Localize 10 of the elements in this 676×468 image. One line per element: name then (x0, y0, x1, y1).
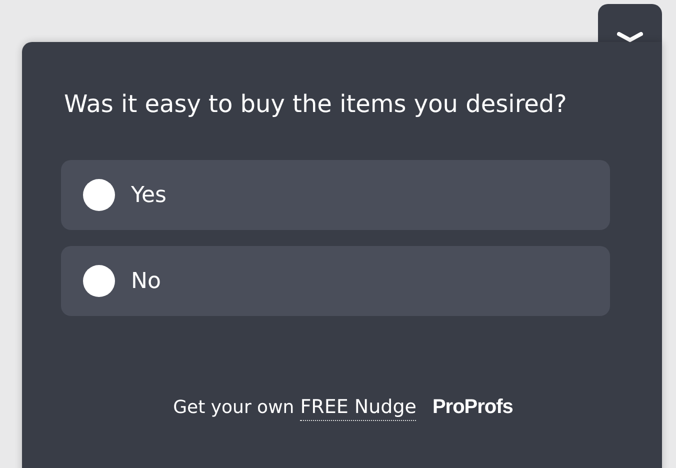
radio-button[interactable] (83, 179, 115, 211)
collapse-tab[interactable] (598, 4, 662, 42)
question-text: Was it easy to buy the items you desired? (64, 90, 568, 118)
brand-logo: ProProfs (432, 396, 513, 419)
answer-option[interactable]: No (61, 246, 610, 316)
answer-option[interactable]: Yes (61, 160, 610, 230)
chevron-down-icon (617, 32, 643, 44)
radio-button[interactable] (83, 265, 115, 297)
footer-text: Get your own (173, 397, 294, 418)
free-nudge-link[interactable]: FREE Nudge (300, 396, 416, 421)
